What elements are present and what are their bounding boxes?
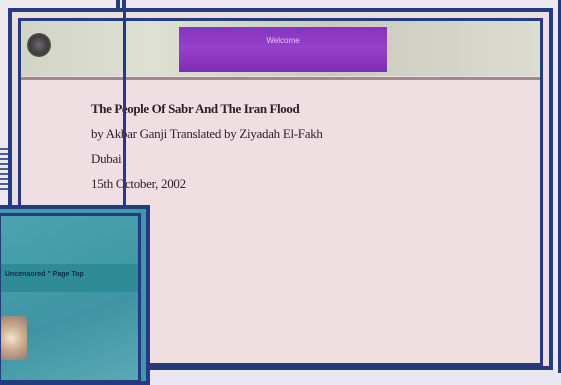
site-logo-icon[interactable]	[27, 33, 51, 57]
banner-nav-strip[interactable]: Welcome	[179, 27, 387, 72]
article-header: The People Of Sabr And The Iran Flood by…	[91, 101, 531, 201]
overlapping-window-heading: Uncensored " Page Top	[5, 271, 84, 278]
article-byline: by Akbar Ganji Translated by Ziyadah El-…	[91, 126, 323, 141]
article-title: The People Of Sabr And The Iran Flood	[91, 101, 300, 116]
desktop-screen: Welcome The People Of Sabr And The Iran …	[0, 0, 561, 385]
overlapping-window-viewport: Uncensored " Page Top	[0, 213, 141, 383]
banner-divider	[21, 77, 540, 80]
page-banner: Welcome	[21, 21, 540, 76]
banner-strip-label: Welcome	[266, 36, 300, 45]
overlapping-window-header-bar	[1, 264, 138, 292]
overlapping-window[interactable]: Uncensored " Page Top	[0, 205, 150, 385]
article-place: Dubai	[91, 151, 122, 166]
article-date: 15th October, 2002	[91, 176, 186, 191]
portrait-image	[1, 316, 27, 360]
